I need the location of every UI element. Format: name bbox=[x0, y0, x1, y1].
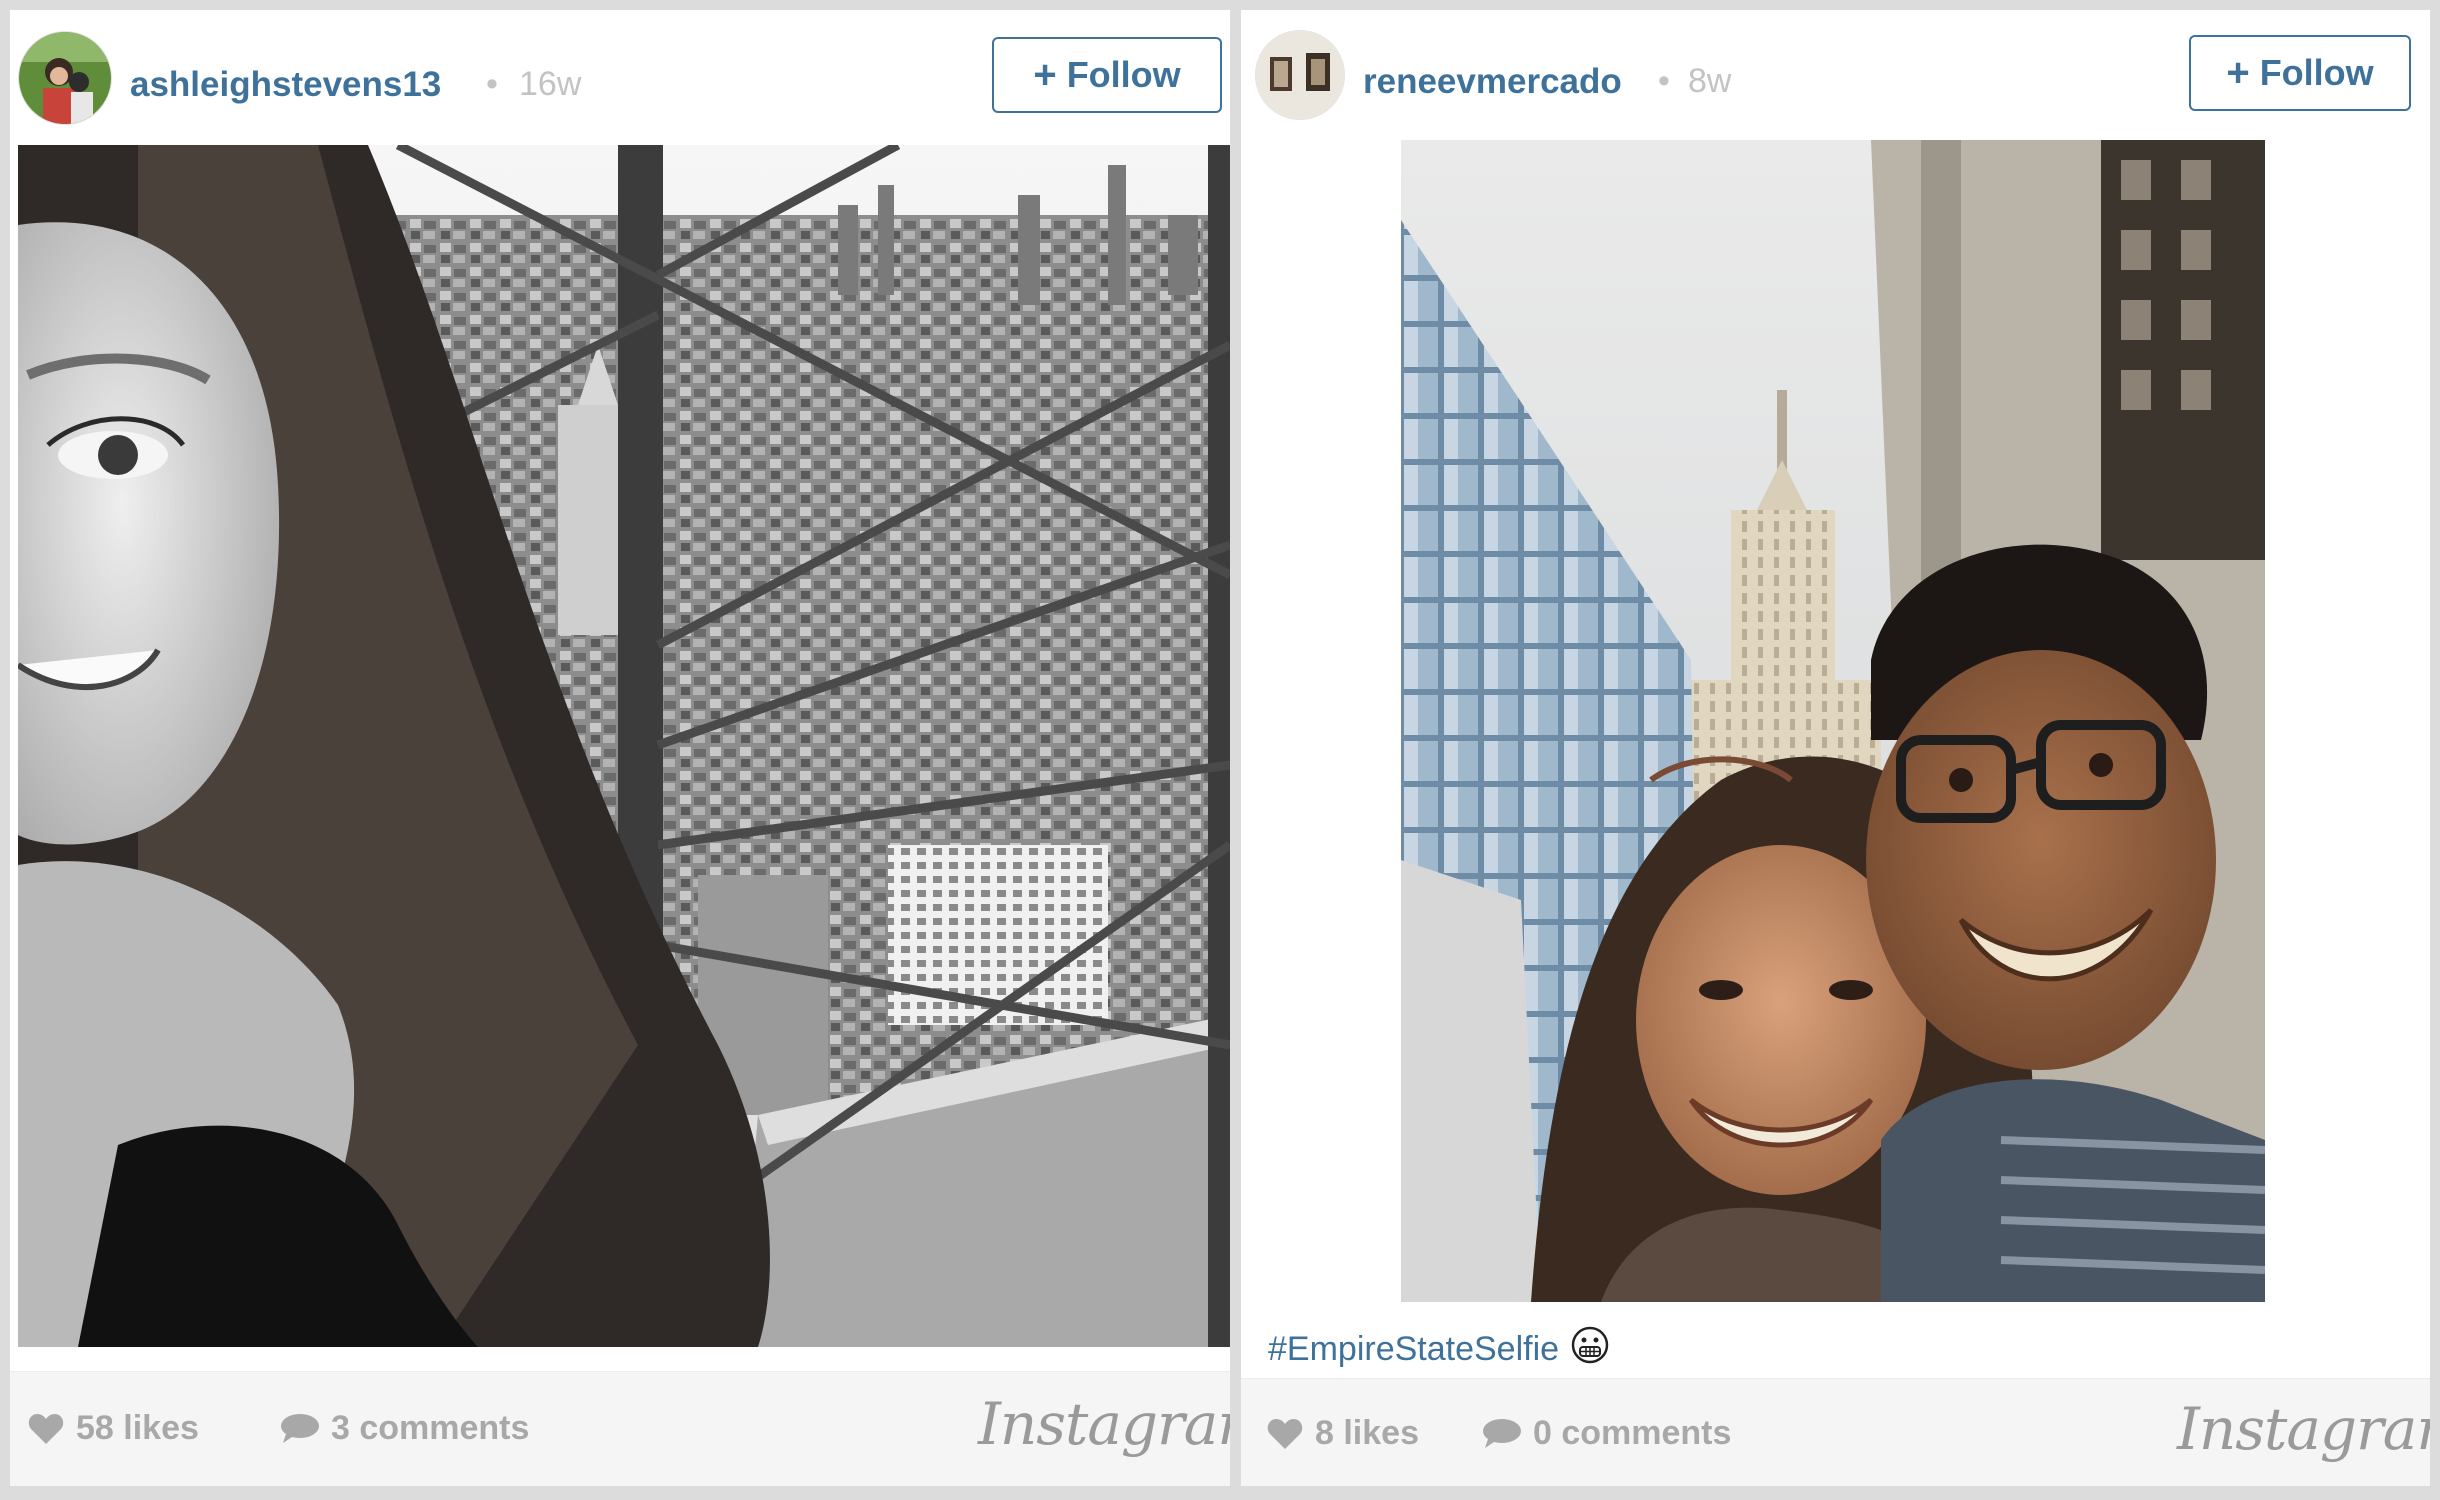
separator-dot: • bbox=[1658, 62, 1670, 100]
post-card-reneevmercado: reneevmercado • 8w + Follow #EmpireState… bbox=[1241, 10, 2430, 1486]
likes-count[interactable]: 8 likes bbox=[1267, 1414, 1419, 1453]
comments-count[interactable]: 0 comments bbox=[1481, 1414, 1731, 1453]
username-link[interactable]: ashleighstevens13 bbox=[130, 65, 441, 105]
username-link[interactable]: reneevmercado bbox=[1363, 62, 1622, 102]
follow-label: Follow bbox=[2259, 52, 2374, 93]
separator-dot: • bbox=[486, 65, 498, 103]
post-footer: 8 likes 0 comments Instagram bbox=[1241, 1378, 2430, 1486]
plus-icon: + bbox=[1033, 53, 1057, 97]
post-caption: #EmpireStateSelfie bbox=[1268, 1326, 1609, 1373]
post-age: 8w bbox=[1688, 62, 1732, 100]
avatar[interactable] bbox=[18, 31, 112, 125]
likes-label: 58 likes bbox=[76, 1409, 199, 1447]
avatar[interactable] bbox=[1255, 30, 1345, 120]
post-header: ashleighstevens13 • 16w + Follow bbox=[10, 10, 1230, 145]
follow-button[interactable]: + Follow bbox=[2189, 35, 2411, 111]
likes-label: 8 likes bbox=[1315, 1414, 1419, 1452]
comment-bubble-icon bbox=[281, 1413, 319, 1443]
instagram-logo[interactable]: Instagram bbox=[978, 1390, 1230, 1458]
comments-label: 3 comments bbox=[331, 1409, 530, 1447]
grimace-emoji-icon bbox=[1571, 1326, 1609, 1373]
post-footer: 58 likes 3 comments Instagram bbox=[10, 1371, 1230, 1486]
follow-label: Follow bbox=[1066, 54, 1181, 95]
post-photo[interactable] bbox=[18, 145, 1230, 1347]
follow-button[interactable]: + Follow bbox=[992, 37, 1222, 113]
comments-count[interactable]: 3 comments bbox=[279, 1409, 529, 1448]
post-header: reneevmercado • 8w + Follow bbox=[1241, 10, 2430, 145]
hashtag-link[interactable]: #EmpireStateSelfie bbox=[1268, 1330, 1559, 1369]
comment-bubble-icon bbox=[1483, 1418, 1521, 1448]
post-age: 16w bbox=[519, 65, 582, 103]
instagram-logo[interactable]: Instagram bbox=[2177, 1395, 2430, 1463]
post-card-ashleighstevens13: ashleighstevens13 • 16w + Follow 58 like… bbox=[10, 10, 1230, 1486]
heart-icon bbox=[1267, 1418, 1303, 1449]
plus-icon: + bbox=[2226, 51, 2250, 95]
comments-label: 0 comments bbox=[1533, 1414, 1732, 1452]
heart-icon bbox=[28, 1413, 64, 1444]
likes-count[interactable]: 58 likes bbox=[28, 1409, 199, 1448]
post-photo[interactable] bbox=[1401, 140, 2265, 1302]
